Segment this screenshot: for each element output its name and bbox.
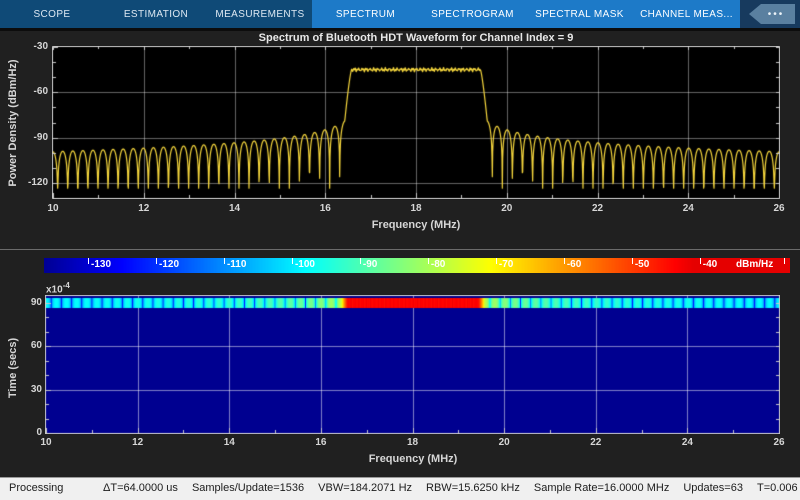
status-item: T=0.006: [757, 482, 798, 494]
spectrum-plot[interactable]: [52, 46, 780, 199]
x-tick-label: 10: [47, 203, 58, 214]
y-tick-label: -60: [18, 86, 48, 97]
x-tick-label: 16: [320, 203, 331, 214]
tab-group-main: SCOPEESTIMATIONMEASUREMENTS: [0, 0, 312, 28]
y-tick-label: 0: [12, 427, 42, 438]
tabbar-shadow: [0, 28, 800, 31]
spectrum-analyzer-window: SCOPEESTIMATIONMEASUREMENTS SPECTRUMSPEC…: [0, 0, 800, 500]
spectrum-xaxis-label: Frequency (MHz): [372, 219, 461, 231]
spectrogram-colorbar[interactable]: [44, 258, 790, 273]
status-bar: Processing ΔT=64.0000 us Samples/Update=1…: [0, 477, 800, 500]
status-item: Samples/Update=1536: [192, 482, 304, 494]
status-item: Updates=63: [683, 482, 743, 494]
x-tick-label: 18: [410, 203, 421, 214]
status-items: ΔT=64.0000 us Samples/Update=1536 VBW=184.…: [103, 482, 800, 494]
status-item: ΔT=64.0000 us: [103, 482, 178, 494]
toolstrip-tabbar: SCOPEESTIMATIONMEASUREMENTS SPECTRUMSPEC…: [0, 0, 800, 28]
y-tick-label: 90: [12, 297, 42, 308]
spectrogram-yaxis-label: Time (secs): [7, 338, 19, 398]
spectrogram-plot[interactable]: [45, 295, 780, 434]
x-tick-label: 24: [683, 203, 694, 214]
x-tick-label: 12: [138, 203, 149, 214]
toolstrip-overflow-button[interactable]: •••: [749, 4, 795, 24]
x-tick-label: 10: [40, 437, 51, 448]
status-item: RBW=15.6250 kHz: [426, 482, 520, 494]
x-tick-label: 12: [132, 437, 143, 448]
x-tick-label: 26: [773, 437, 784, 448]
x-tick-label: 26: [773, 203, 784, 214]
x-tick-label: 22: [590, 437, 601, 448]
y-tick-label: -30: [18, 41, 48, 52]
tabbar-spacer: •••: [740, 0, 800, 28]
x-tick-label: 20: [501, 203, 512, 214]
tab-estimation[interactable]: ESTIMATION: [104, 0, 208, 28]
tab-channel-meas[interactable]: CHANNEL MEAS...: [633, 0, 740, 28]
y-tick-label: -90: [18, 132, 48, 143]
x-tick-label: 18: [407, 437, 418, 448]
spectrogram-xaxis-label: Frequency (MHz): [369, 453, 458, 465]
spectrum-yaxis-label: Power Density (dBm/Hz): [7, 59, 19, 186]
tab-spectrogram[interactable]: SPECTROGRAM: [419, 0, 526, 28]
x-tick-label: 22: [592, 203, 603, 214]
y-tick-label: -120: [18, 177, 48, 188]
time-axis-multiplier: x10-4: [46, 281, 70, 295]
status-item: VBW=184.2071 Hz: [318, 482, 412, 494]
x-tick-label: 16: [315, 437, 326, 448]
x-tick-label: 20: [499, 437, 510, 448]
status-state: Processing: [9, 482, 63, 494]
tab-scope[interactable]: SCOPE: [0, 0, 104, 28]
tab-measurements[interactable]: MEASUREMENTS: [208, 0, 312, 28]
x-tick-label: 24: [682, 437, 693, 448]
tab-spectrum[interactable]: SPECTRUM: [312, 0, 419, 28]
status-item: Sample Rate=16.0000 MHz: [534, 482, 669, 494]
tab-spectral-mask[interactable]: SPECTRAL MASK: [526, 0, 633, 28]
panel-divider: [0, 249, 800, 250]
spectrum-title: Spectrum of Bluetooth HDT Waveform for C…: [53, 32, 779, 44]
x-tick-label: 14: [224, 437, 235, 448]
x-tick-label: 14: [229, 203, 240, 214]
tab-group-contextual: SPECTRUMSPECTROGRAMSPECTRAL MASKCHANNEL …: [312, 0, 740, 28]
